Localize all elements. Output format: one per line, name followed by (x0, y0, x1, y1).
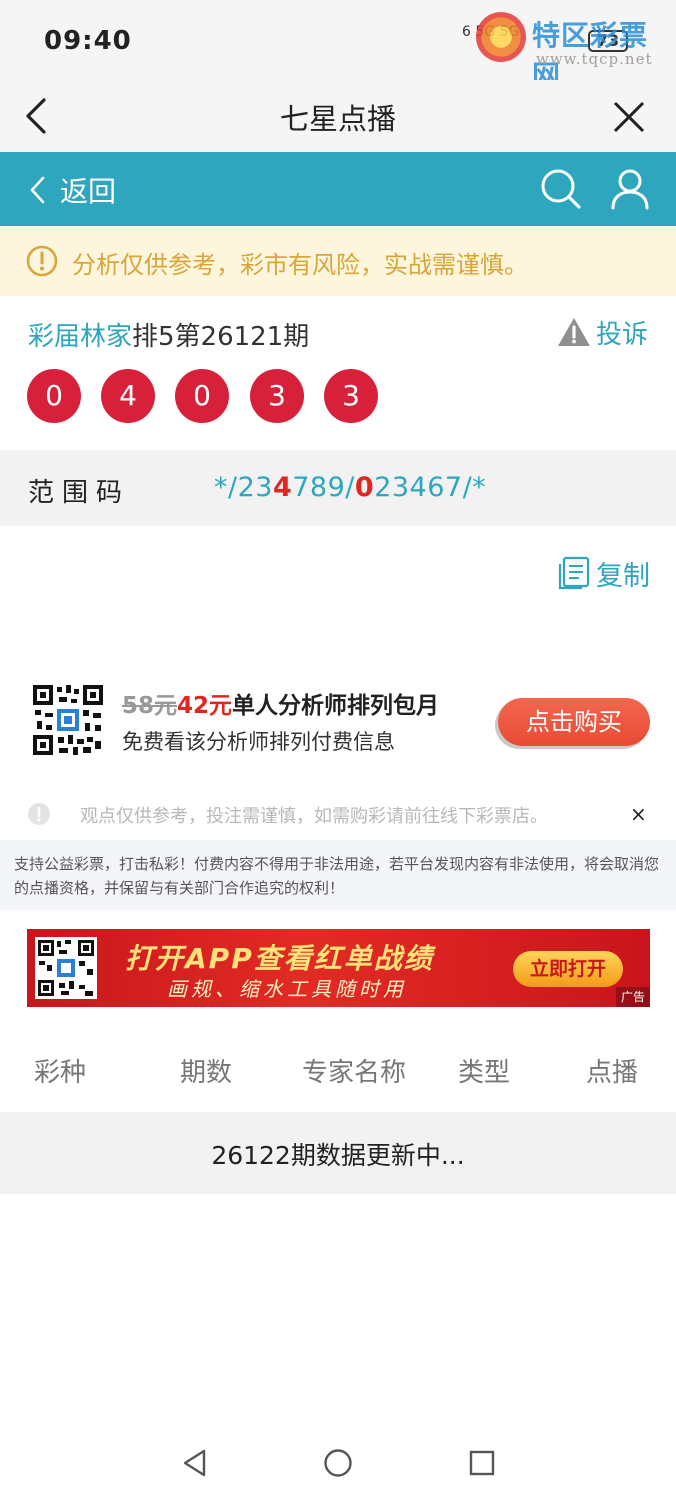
number-ball: 0 (175, 369, 229, 423)
offer-name: 单人分析师排列包月 (232, 693, 440, 719)
number-ball: 4 (101, 369, 155, 423)
new-price: 42元 (177, 693, 233, 719)
number-ball: 0 (27, 369, 81, 423)
number-ball: 3 (324, 369, 378, 423)
legal-notice: 支持公益彩票，打击私彩！付费内容不得用于非法用途，若平台发现内容有非法使用，将会… (0, 840, 676, 910)
issue-title: 彩届林家排5第26121期 (28, 316, 309, 353)
warning-icon (558, 318, 590, 346)
range-code-part: */23 (214, 472, 273, 503)
offer-description: 免费看该分析师排列付费信息 (122, 730, 395, 754)
copy-icon (558, 556, 590, 590)
watermark-url: www.tqcp.net (536, 50, 653, 68)
nav-back-icon[interactable] (180, 1448, 210, 1478)
range-code-row: 范围码 */234789/023467/* (0, 450, 676, 526)
offer-title: 58元42元单人分析师排列包月 (122, 686, 439, 720)
watermark: 特区彩票网 www.tqcp.net (474, 8, 674, 92)
table-row: 26122期数据更新中... (0, 1112, 676, 1194)
qr-code-icon (31, 683, 105, 757)
disclaimer-text: 观点仅供参考，投注需谨慎，如需购彩请前往线下彩票店。 (80, 806, 548, 827)
disclaimer-close-button[interactable]: × (630, 802, 647, 826)
column-header: 期数 (180, 1058, 233, 1088)
copy-label[interactable]: 复制 (596, 554, 650, 593)
system-navigation-bar (0, 1430, 676, 1500)
column-header: 专家名称 (302, 1058, 407, 1088)
author-link[interactable]: 彩届林家 (28, 322, 132, 352)
risk-notice: 分析仅供参考，彩市有风险，实战需谨慎。 (0, 226, 676, 296)
ad-tag: 广告 (616, 987, 650, 1007)
range-code-highlight: 4 (272, 472, 293, 503)
column-header: 彩种 (34, 1058, 87, 1088)
banner-headline: 打开APP查看红单战绩 (125, 942, 434, 975)
subscription-offer: 58元42元单人分析师排列包月 免费看该分析师排列付费信息 点击购买 (0, 670, 676, 770)
range-code: */234789/023467/* (214, 472, 486, 503)
range-code-part: 789/ (292, 472, 355, 503)
nav-home-icon[interactable] (323, 1448, 353, 1478)
column-header: 类型 (458, 1058, 511, 1088)
table-header: 彩种 期数 专家名称 类型 点播 (0, 1030, 676, 1110)
range-label: 范围码 (28, 478, 131, 508)
back-button[interactable]: 返回 (60, 170, 116, 210)
status-time: 09:40 (44, 26, 132, 56)
back-arrow-icon[interactable] (28, 176, 48, 204)
number-ball: 3 (250, 369, 304, 423)
nav-bar: 返回 (0, 152, 676, 226)
banner-subline: 画规、缩水工具随时用 (167, 977, 407, 1001)
notice-text: 分析仅供参考，彩市有风险，实战需谨慎。 (72, 251, 528, 279)
old-price: 58元 (122, 693, 178, 719)
page-title: 七星点播 (279, 102, 396, 136)
watermark-logo-icon (476, 12, 526, 62)
open-app-button[interactable]: 立即打开 (513, 951, 623, 987)
buy-button[interactable]: 点击购买 (498, 698, 650, 746)
complaint-label[interactable]: 投诉 (596, 314, 648, 351)
app-header: 七星点播 (0, 80, 676, 152)
info-icon (28, 803, 50, 825)
banner-qr-code-icon (35, 937, 97, 999)
update-status-text: 26122期数据更新中... (211, 1141, 465, 1170)
app-banner-ad[interactable]: 打开APP查看红单战绩 画规、缩水工具随时用 立即打开 广告 (27, 929, 650, 1007)
nav-recents-icon[interactable] (467, 1448, 497, 1478)
user-icon[interactable] (610, 168, 650, 210)
range-code-part: 23467/* (374, 472, 487, 503)
info-icon (26, 245, 58, 277)
issue-number: 排5第26121期 (132, 322, 310, 352)
search-icon[interactable] (540, 168, 582, 210)
range-code-highlight: 0 (354, 472, 375, 503)
close-icon[interactable] (612, 100, 646, 134)
disclaimer-bar: 观点仅供参考，投注需谨慎，如需购彩请前往线下彩票店。 × (0, 792, 676, 836)
column-header: 点播 (586, 1058, 639, 1088)
